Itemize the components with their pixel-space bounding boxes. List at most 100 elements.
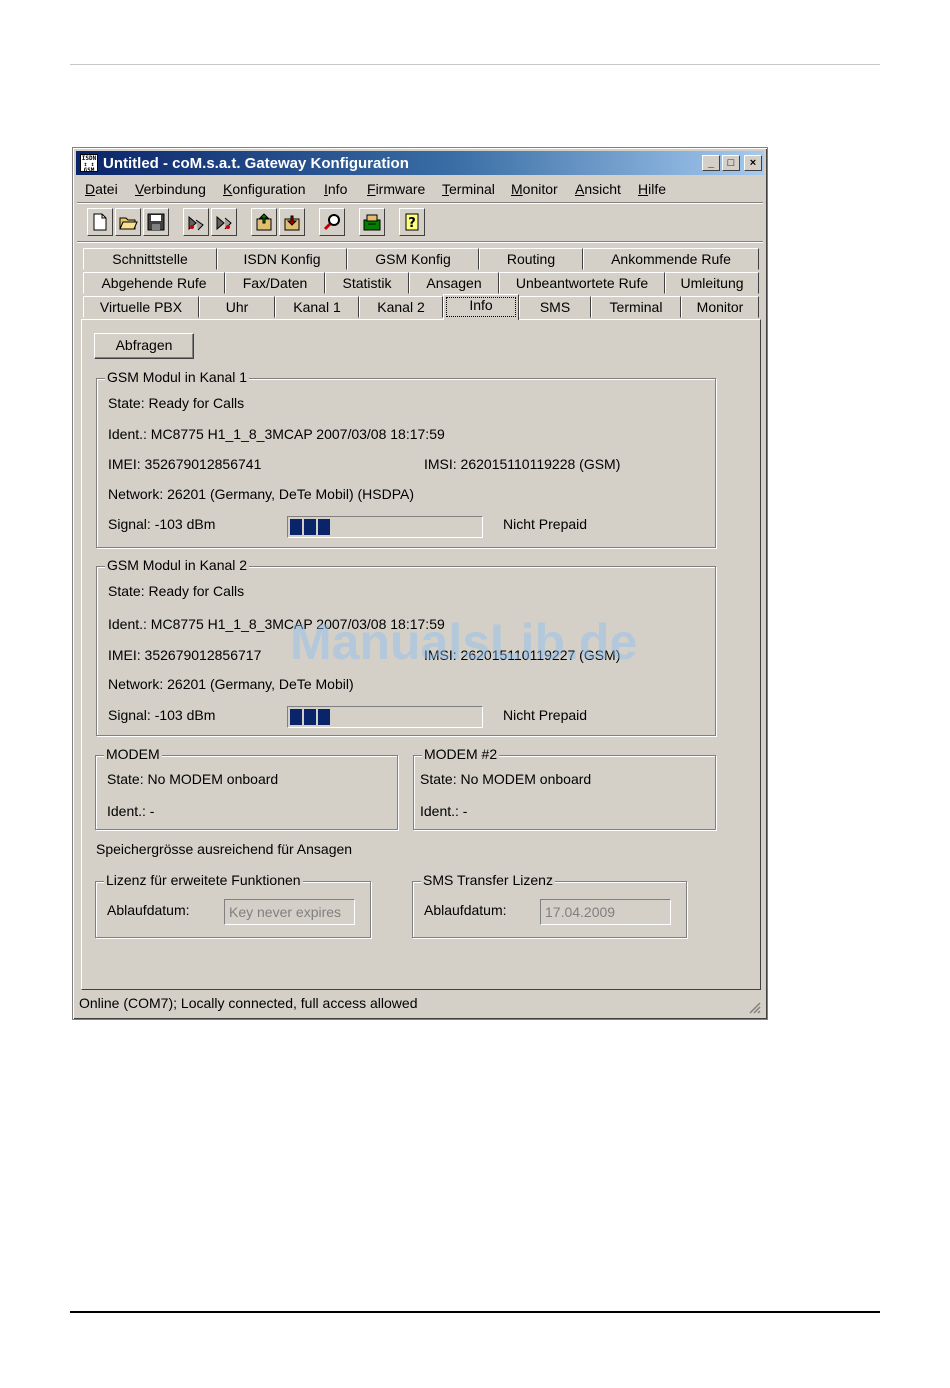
gsm1-state: State: Ready for Calls [108, 395, 245, 411]
modem-2-group: MODEM #2 State: No MODEM onboard Ident.:… [413, 746, 716, 830]
status-text: Online (COM7); Locally connected, full a… [79, 995, 418, 1011]
app-window: ISDN ↕ ↕ GSM Untitled - coM.s.a.t. Gatew… [72, 147, 768, 1020]
group-title: GSM Modul in Kanal 1 [105, 369, 250, 385]
modem2-state: State: No MODEM onboard [420, 771, 592, 787]
tab-abgehende-rufe[interactable]: Abgehende Rufe [83, 272, 225, 294]
connect-button[interactable] [183, 208, 209, 236]
gsm2-ident: Ident.: MC8775 H1_1_8_3MCAP 2007/03/08 1… [108, 616, 445, 632]
signal-segment [304, 519, 316, 535]
menu-konfiguration[interactable]: Konfiguration [223, 181, 306, 197]
tab-monitor[interactable]: Monitor [681, 296, 759, 318]
open-folder-icon [119, 217, 138, 230]
maximize-button[interactable]: □ [722, 155, 740, 171]
menu-bar: Datei Verbindung Konfiguration Info Firm… [77, 178, 763, 200]
tab-statistik[interactable]: Statistik [325, 272, 409, 294]
menu-terminal[interactable]: Terminal [442, 181, 495, 197]
new-button[interactable] [87, 208, 113, 236]
modem2-ident: Ident.: - [420, 803, 468, 819]
menu-info[interactable]: Info [324, 181, 347, 197]
tab-schnittstelle[interactable]: Schnittstelle [83, 248, 217, 270]
tab-kanal-1[interactable]: Kanal 1 [275, 296, 359, 318]
signal-segment [318, 519, 330, 535]
menu-verbindung[interactable]: Verbindung [135, 181, 206, 197]
gsm1-prepaid: Nicht Prepaid [503, 516, 588, 532]
modem1-state: State: No MODEM onboard [107, 771, 279, 787]
abfragen-button[interactable]: Abfragen [94, 333, 194, 359]
new-file-icon [93, 213, 107, 231]
license-group: Lizenz für erweitete Funktionen Ablaufda… [95, 872, 371, 938]
tab-unbeantwortete-rufe[interactable]: Unbeantwortete Rufe [499, 272, 665, 294]
title-bar[interactable]: ISDN ↕ ↕ GSM Untitled - coM.s.a.t. Gatew… [76, 151, 764, 175]
status-bar: Online (COM7); Locally connected, full a… [77, 992, 763, 1016]
storage-status: Speichergrösse ausreichend für Ansagen [96, 841, 353, 857]
group-title: Lizenz für erweitete Funktionen [104, 872, 303, 888]
download-config-button[interactable] [279, 208, 305, 236]
gsm1-signal: Signal: -103 dBm [108, 516, 216, 532]
tab-kanal-2[interactable]: Kanal 2 [359, 296, 443, 318]
menu-firmware[interactable]: Firmware [367, 181, 425, 197]
tab-virtuelle-pbx[interactable]: Virtuelle PBX [83, 296, 199, 318]
help-button[interactable]: ? [399, 208, 425, 236]
tab-ansagen[interactable]: Ansagen [409, 272, 499, 294]
sms-license-expiry-field: 17.04.2009 [540, 899, 671, 925]
tab-isdn-konfig[interactable]: ISDN Konfig [217, 248, 347, 270]
window-title: Untitled - coM.s.a.t. Gateway Konfigurat… [103, 155, 409, 172]
gsm-module-channel-2-group: GSM Modul in Kanal 2 State: Ready for Ca… [96, 557, 716, 736]
save-icon [147, 213, 165, 231]
gsm2-imei: IMEI: 352679012856717 [108, 647, 262, 663]
signal-segment [318, 709, 330, 725]
tab-terminal[interactable]: Terminal [591, 296, 681, 318]
tab-routing[interactable]: Routing [479, 248, 583, 270]
tab-info[interactable]: Info [443, 294, 519, 320]
signal-segment [290, 709, 302, 725]
tab-control: Schnittstelle ISDN Konfig GSM Konfig Rou… [81, 246, 761, 990]
disconnect-icon [216, 215, 232, 231]
disconnect-button[interactable] [211, 208, 237, 236]
search-button[interactable] [319, 208, 345, 236]
gsm2-prepaid: Nicht Prepaid [503, 707, 588, 723]
group-title: GSM Modul in Kanal 2 [105, 557, 250, 573]
tab-fax-daten[interactable]: Fax/Daten [225, 272, 325, 294]
gsm2-state: State: Ready for Calls [108, 583, 245, 599]
gsm2-signal-fill [290, 709, 330, 725]
group-title: SMS Transfer Lizenz [421, 872, 555, 888]
menu-separator [77, 202, 763, 204]
resize-grip-icon[interactable] [747, 1000, 761, 1014]
upload-config-button[interactable] [251, 208, 277, 236]
menu-datei[interactable]: Datei [85, 181, 118, 197]
menu-monitor[interactable]: Monitor [511, 181, 558, 197]
gsm-module-channel-1-group: GSM Modul in Kanal 1 State: Ready for Ca… [96, 369, 716, 548]
tab-gsm-konfig[interactable]: GSM Konfig [347, 248, 479, 270]
firmware-button[interactable] [359, 208, 385, 236]
open-button[interactable] [115, 208, 141, 236]
search-icon [323, 214, 340, 231]
sms-license-group: SMS Transfer Lizenz Ablaufdatum: 17.04.2… [412, 872, 687, 938]
app-icon: ISDN ↕ ↕ GSM [80, 154, 98, 174]
toolbar: ? [79, 206, 449, 240]
firmware-icon [363, 214, 381, 231]
tab-sms[interactable]: SMS [519, 296, 591, 318]
gsm2-signal-bar [287, 706, 483, 728]
gsm2-signal: Signal: -103 dBm [108, 707, 216, 723]
signal-segment [304, 709, 316, 725]
menu-hilfe[interactable]: Hilfe [638, 181, 666, 197]
modem1-ident: Ident.: - [107, 803, 155, 819]
group-title: MODEM #2 [422, 746, 500, 762]
close-button[interactable]: × [744, 155, 762, 171]
toolbar-separator [77, 241, 763, 243]
tab-umleitung[interactable]: Umleitung [665, 272, 759, 294]
menu-ansicht[interactable]: Ansicht [575, 181, 621, 197]
gsm1-ident: Ident.: MC8775 H1_1_8_3MCAP 2007/03/08 1… [108, 426, 445, 442]
license-expiry-label: Ablaufdatum: [107, 902, 190, 918]
gsm1-imei: IMEI: 352679012856741 [108, 456, 262, 472]
gsm1-signal-fill [290, 519, 330, 535]
modem-group: MODEM State: No MODEM onboard Ident.: - [95, 746, 398, 830]
tab-uhr[interactable]: Uhr [199, 296, 275, 318]
app-icon-line: GSM [83, 167, 95, 174]
minimize-button[interactable]: _ [702, 155, 720, 171]
signal-segment [290, 519, 302, 535]
gsm1-signal-bar [287, 516, 483, 538]
tab-ankommende-rufe[interactable]: Ankommende Rufe [583, 248, 759, 270]
save-button[interactable] [143, 208, 169, 236]
sms-license-expiry-label: Ablaufdatum: [424, 902, 507, 918]
